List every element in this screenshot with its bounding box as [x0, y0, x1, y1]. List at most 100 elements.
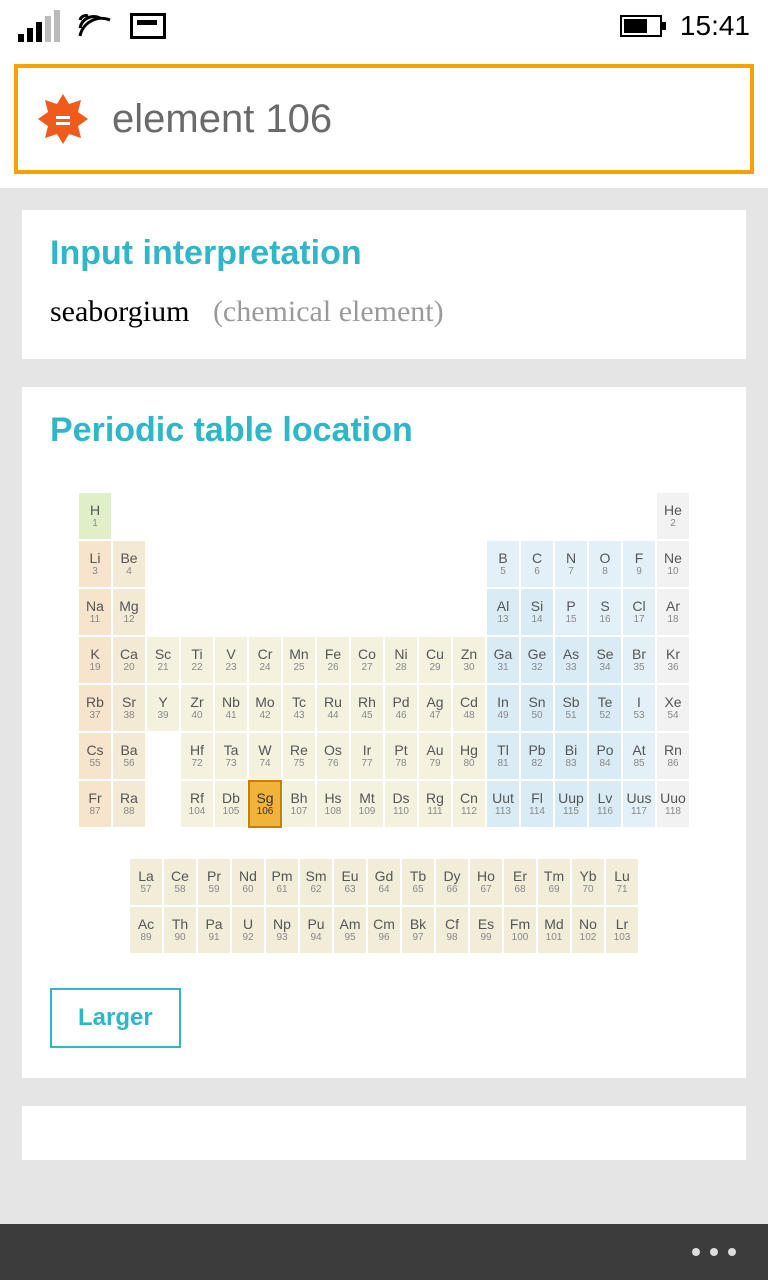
- element-He[interactable]: He2: [656, 492, 690, 540]
- element-Fr[interactable]: Fr87: [78, 780, 112, 828]
- element-Ar[interactable]: Ar18: [656, 588, 690, 636]
- element-Ba[interactable]: Ba56: [112, 732, 146, 780]
- element-Th[interactable]: Th90: [163, 906, 197, 954]
- element-Np[interactable]: Np93: [265, 906, 299, 954]
- element-Re[interactable]: Re75: [282, 732, 316, 780]
- element-Cs[interactable]: Cs55: [78, 732, 112, 780]
- element-Es[interactable]: Es99: [469, 906, 503, 954]
- element-Fl[interactable]: Fl114: [520, 780, 554, 828]
- element-Ac[interactable]: Ac89: [129, 906, 163, 954]
- element-Al[interactable]: Al13: [486, 588, 520, 636]
- element-Ne[interactable]: Ne10: [656, 540, 690, 588]
- element-Ce[interactable]: Ce58: [163, 858, 197, 906]
- larger-button[interactable]: Larger: [50, 988, 181, 1048]
- element-Ho[interactable]: Ho67: [469, 858, 503, 906]
- element-Pt[interactable]: Pt78: [384, 732, 418, 780]
- more-icon[interactable]: [692, 1248, 736, 1256]
- element-Bi[interactable]: Bi83: [554, 732, 588, 780]
- element-Si[interactable]: Si14: [520, 588, 554, 636]
- element-K[interactable]: K19: [78, 636, 112, 684]
- element-U[interactable]: U92: [231, 906, 265, 954]
- element-Xe[interactable]: Xe54: [656, 684, 690, 732]
- element-Ru[interactable]: Ru44: [316, 684, 350, 732]
- element-Dy[interactable]: Dy66: [435, 858, 469, 906]
- element-Bh[interactable]: Bh107: [282, 780, 316, 828]
- element-La[interactable]: La57: [129, 858, 163, 906]
- element-Gd[interactable]: Gd64: [367, 858, 401, 906]
- element-Se[interactable]: Se34: [588, 636, 622, 684]
- element-Pu[interactable]: Pu94: [299, 906, 333, 954]
- element-Ag[interactable]: Ag47: [418, 684, 452, 732]
- element-Na[interactable]: Na11: [78, 588, 112, 636]
- element-Rg[interactable]: Rg111: [418, 780, 452, 828]
- element-Er[interactable]: Er68: [503, 858, 537, 906]
- element-Lu[interactable]: Lu71: [605, 858, 639, 906]
- element-Lr[interactable]: Lr103: [605, 906, 639, 954]
- element-Mg[interactable]: Mg12: [112, 588, 146, 636]
- element-Db[interactable]: Db105: [214, 780, 248, 828]
- element-Pb[interactable]: Pb82: [520, 732, 554, 780]
- element-Fe[interactable]: Fe26: [316, 636, 350, 684]
- element-Sc[interactable]: Sc21: [146, 636, 180, 684]
- element-As[interactable]: As33: [554, 636, 588, 684]
- element-Cr[interactable]: Cr24: [248, 636, 282, 684]
- element-Cl[interactable]: Cl17: [622, 588, 656, 636]
- element-In[interactable]: In49: [486, 684, 520, 732]
- element-V[interactable]: V23: [214, 636, 248, 684]
- element-Sr[interactable]: Sr38: [112, 684, 146, 732]
- element-Be[interactable]: Be4: [112, 540, 146, 588]
- element-Kr[interactable]: Kr36: [656, 636, 690, 684]
- element-At[interactable]: At85: [622, 732, 656, 780]
- element-Am[interactable]: Am95: [333, 906, 367, 954]
- element-H[interactable]: H1: [78, 492, 112, 540]
- element-Zr[interactable]: Zr40: [180, 684, 214, 732]
- element-Mt[interactable]: Mt109: [350, 780, 384, 828]
- element-Pr[interactable]: Pr59: [197, 858, 231, 906]
- element-Cd[interactable]: Cd48: [452, 684, 486, 732]
- element-Uup[interactable]: Uup115: [554, 780, 588, 828]
- element-Hf[interactable]: Hf72: [180, 732, 214, 780]
- element-O[interactable]: O8: [588, 540, 622, 588]
- element-Ta[interactable]: Ta73: [214, 732, 248, 780]
- element-Au[interactable]: Au79: [418, 732, 452, 780]
- element-Md[interactable]: Md101: [537, 906, 571, 954]
- element-Tc[interactable]: Tc43: [282, 684, 316, 732]
- element-Te[interactable]: Te52: [588, 684, 622, 732]
- element-Ra[interactable]: Ra88: [112, 780, 146, 828]
- element-Uus[interactable]: Uus117: [622, 780, 656, 828]
- element-Pd[interactable]: Pd46: [384, 684, 418, 732]
- element-Os[interactable]: Os76: [316, 732, 350, 780]
- element-Sm[interactable]: Sm62: [299, 858, 333, 906]
- element-Ge[interactable]: Ge32: [520, 636, 554, 684]
- element-B[interactable]: B5: [486, 540, 520, 588]
- element-N[interactable]: N7: [554, 540, 588, 588]
- element-Ga[interactable]: Ga31: [486, 636, 520, 684]
- element-Rf[interactable]: Rf104: [180, 780, 214, 828]
- element-P[interactable]: P15: [554, 588, 588, 636]
- element-Tl[interactable]: Tl81: [486, 732, 520, 780]
- element-Ds[interactable]: Ds110: [384, 780, 418, 828]
- element-Fm[interactable]: Fm100: [503, 906, 537, 954]
- element-Yb[interactable]: Yb70: [571, 858, 605, 906]
- element-Nb[interactable]: Nb41: [214, 684, 248, 732]
- element-Mn[interactable]: Mn25: [282, 636, 316, 684]
- element-Co[interactable]: Co27: [350, 636, 384, 684]
- element-Ni[interactable]: Ni28: [384, 636, 418, 684]
- element-Sg[interactable]: Sg106: [248, 780, 282, 828]
- element-W[interactable]: W74: [248, 732, 282, 780]
- element-Cf[interactable]: Cf98: [435, 906, 469, 954]
- element-Sb[interactable]: Sb51: [554, 684, 588, 732]
- element-Rb[interactable]: Rb37: [78, 684, 112, 732]
- element-Tb[interactable]: Tb65: [401, 858, 435, 906]
- element-Ir[interactable]: Ir77: [350, 732, 384, 780]
- element-Pa[interactable]: Pa91: [197, 906, 231, 954]
- element-Pm[interactable]: Pm61: [265, 858, 299, 906]
- element-C[interactable]: C6: [520, 540, 554, 588]
- element-Ti[interactable]: Ti22: [180, 636, 214, 684]
- element-Br[interactable]: Br35: [622, 636, 656, 684]
- element-Lv[interactable]: Lv116: [588, 780, 622, 828]
- element-Zn[interactable]: Zn30: [452, 636, 486, 684]
- element-Bk[interactable]: Bk97: [401, 906, 435, 954]
- search-input[interactable]: [112, 97, 732, 142]
- element-Eu[interactable]: Eu63: [333, 858, 367, 906]
